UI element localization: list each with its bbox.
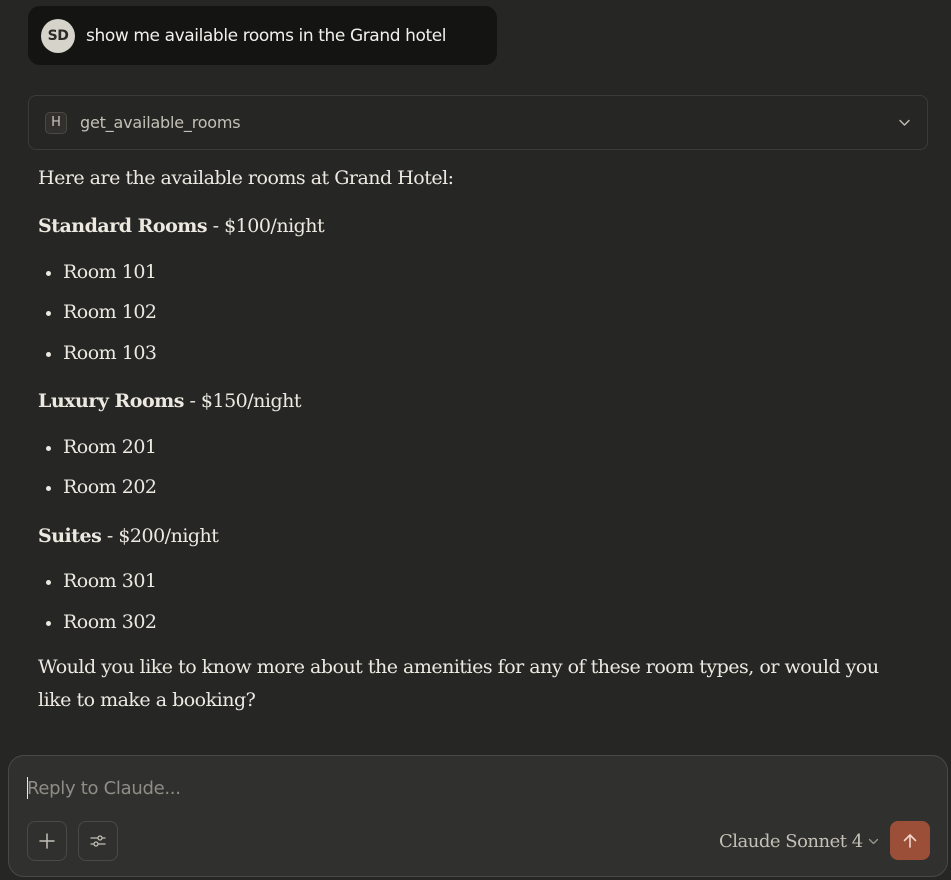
list-item-text: Room 103 [63, 342, 157, 364]
list-item-text: Room 301 [63, 570, 157, 592]
bullet [46, 446, 51, 451]
list-item-text: Room 201 [63, 436, 157, 458]
user-message-text: show me available rooms in the Grand hot… [86, 25, 447, 46]
avatar: SD [41, 18, 75, 53]
tool-call-card[interactable]: H get_available_rooms [28, 95, 928, 150]
bullet [46, 352, 51, 357]
chevron-down-icon [868, 838, 878, 844]
section-heading: Suites - $200/night [38, 525, 219, 547]
composer: Claude Sonnet 4 [8, 755, 948, 877]
bullet [46, 311, 51, 316]
section-price: - $200/night [101, 525, 219, 547]
model-selector[interactable]: Claude Sonnet 4 [719, 828, 879, 854]
section-title: Suites [38, 525, 102, 547]
list-item-text: Room 102 [63, 301, 157, 323]
user-message: SD show me available rooms in the Grand … [28, 6, 497, 65]
list-item-text: Room 302 [63, 611, 157, 633]
arrow-up-icon [903, 833, 917, 848]
bullet [46, 486, 51, 491]
list-item-text: Room 202 [63, 476, 157, 498]
send-button[interactable] [890, 821, 930, 860]
tools-button[interactable] [78, 821, 118, 861]
plus-icon [39, 833, 55, 849]
section-heading: Luxury Rooms - $150/night [38, 390, 302, 412]
section-title: Luxury Rooms [38, 390, 184, 412]
list-item-text: Room 101 [63, 261, 157, 283]
chevron-down-icon[interactable] [898, 116, 911, 129]
bullet [46, 271, 51, 276]
model-label: Claude Sonnet 4 [719, 830, 863, 852]
bullet [46, 580, 51, 585]
section-heading: Standard Rooms - $100/night [38, 215, 325, 237]
response-closing: Would you like to know more about the am… [38, 656, 879, 678]
tool-badge: H [45, 111, 67, 134]
section-title: Standard Rooms [38, 215, 208, 237]
section-price: - $100/night [207, 215, 325, 237]
add-button[interactable] [27, 821, 67, 861]
reply-input[interactable] [27, 774, 907, 802]
text-caret [27, 777, 28, 799]
bullet [46, 621, 51, 626]
tool-name: get_available_rooms [80, 113, 241, 132]
sliders-icon [90, 835, 106, 847]
section-price: - $150/night [183, 390, 302, 412]
response-intro: Here are the available rooms at Grand Ho… [38, 167, 454, 189]
response-closing: like to make a booking? [38, 689, 256, 711]
